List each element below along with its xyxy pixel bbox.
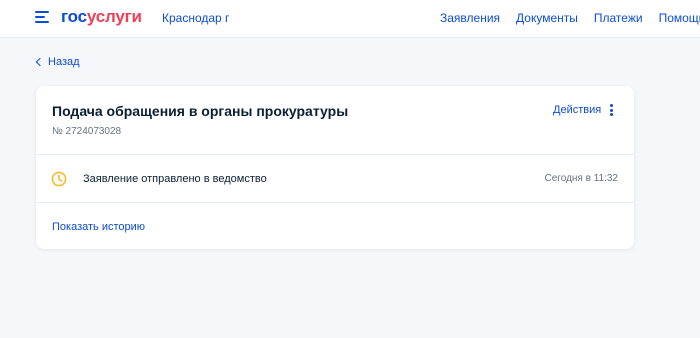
status-text: Заявление отправлено в ведомство	[83, 173, 267, 185]
back-link[interactable]: Назад	[35, 54, 80, 70]
clock-icon	[51, 171, 67, 187]
nav-payments[interactable]: Платежи	[594, 10, 643, 26]
region-selector[interactable]: Краснодар г	[162, 10, 229, 26]
actions-button[interactable]: Действия	[553, 102, 614, 118]
nav-help[interactable]: Помощь	[659, 10, 700, 26]
menu-icon[interactable]	[35, 10, 51, 24]
nav-documents[interactable]: Документы	[516, 10, 578, 26]
divider	[36, 202, 634, 203]
chevron-left-icon	[35, 57, 45, 67]
application-card: Подача обращения в органы прокуратуры № …	[36, 86, 634, 249]
actions-label: Действия	[553, 104, 602, 116]
top-header: госуслуги Краснодар г Заявления Документ…	[0, 0, 700, 38]
application-title: Подача обращения в органы прокуратуры	[52, 103, 349, 119]
logo-part-gos: гос	[61, 7, 87, 26]
application-number: № 2724073028	[52, 126, 122, 137]
back-label: Назад	[48, 56, 80, 68]
status-timestamp: Сегодня в 11:32	[544, 173, 618, 184]
main-nav: Заявления Документы Платежи Помощь	[440, 10, 700, 26]
show-history-link[interactable]: Показать историю	[52, 220, 145, 234]
status-row: Заявление отправлено в ведомство Сегодня…	[36, 155, 634, 203]
logo-part-uslugi: услуги	[86, 7, 142, 26]
nav-applications[interactable]: Заявления	[440, 10, 500, 26]
more-vertical-icon	[610, 104, 614, 116]
gosuslugi-logo[interactable]: госуслуги	[61, 6, 142, 28]
